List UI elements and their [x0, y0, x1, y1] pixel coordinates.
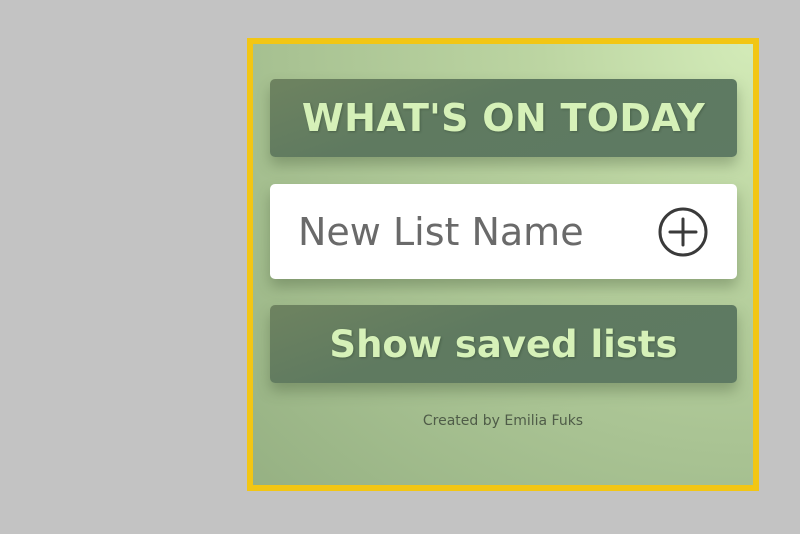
app-container: WHAT'S ON TODAY Show saved lists Created… [247, 38, 759, 491]
title-banner: WHAT'S ON TODAY [270, 79, 737, 157]
add-list-button[interactable] [657, 206, 709, 258]
new-list-name-input[interactable] [298, 209, 657, 254]
page-title: WHAT'S ON TODAY [301, 96, 706, 140]
show-saved-lists-label: Show saved lists [329, 322, 678, 366]
new-list-form [270, 184, 737, 279]
plus-circle-icon [658, 207, 708, 256]
footer-credit: Created by Emilia Fuks [422, 413, 584, 429]
show-saved-lists-button[interactable]: Show saved lists [270, 305, 737, 383]
